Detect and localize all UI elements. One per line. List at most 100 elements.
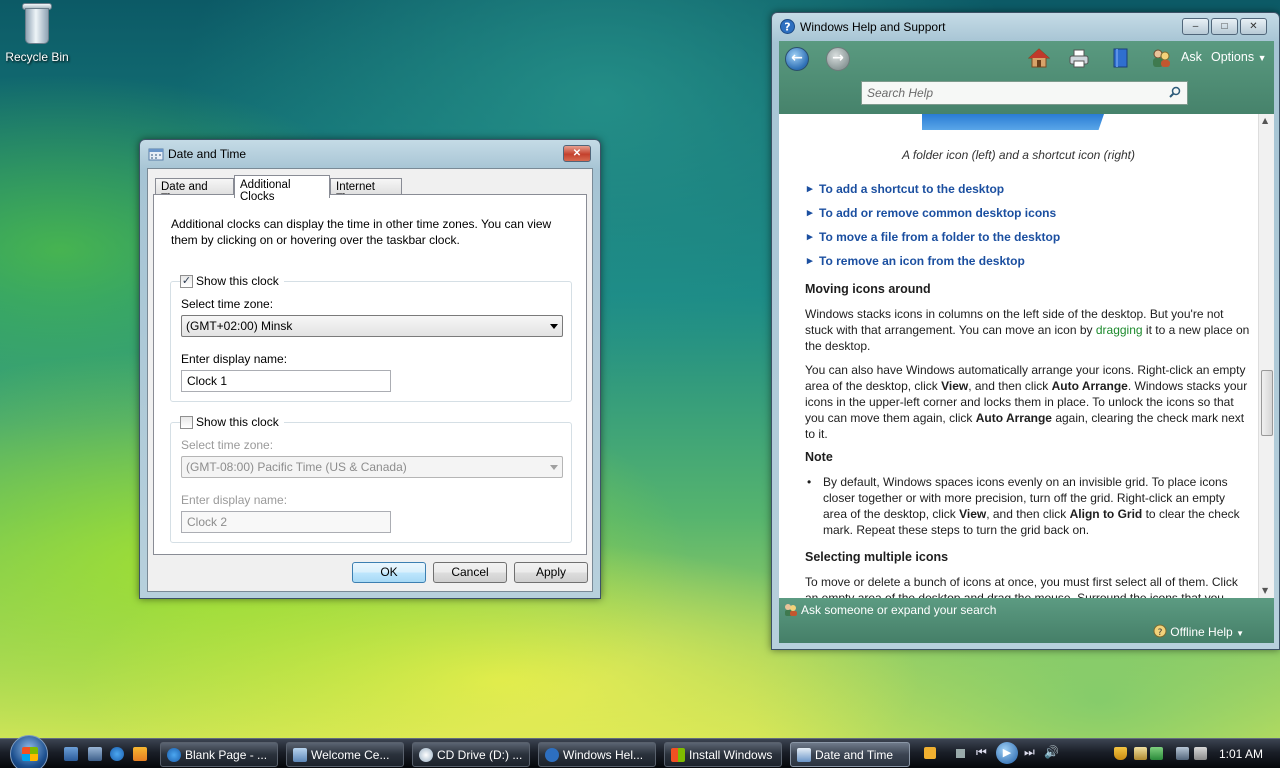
apply-button[interactable]: Apply	[514, 562, 588, 583]
help-icon: ?	[780, 19, 795, 34]
chevron-down-icon: ▼	[1257, 53, 1267, 63]
play-icon[interactable]: ▶	[996, 742, 1018, 764]
link-move-file[interactable]: To move a file from a folder to the desk…	[807, 230, 1060, 244]
clock1-name-label: Enter display name:	[181, 352, 288, 366]
stop-icon[interactable]	[956, 749, 965, 758]
link-add-remove-icons[interactable]: To add or remove common desktop icons	[807, 206, 1056, 220]
forward-button[interactable]: →	[826, 47, 850, 71]
help-scrollbar[interactable]: ▲ ▼	[1258, 114, 1274, 598]
windows-logo-icon	[22, 747, 38, 761]
recycle-bin-icon	[20, 2, 54, 46]
task-welcome-center[interactable]: Welcome Ce...	[286, 742, 404, 767]
help-icon	[545, 748, 559, 762]
search-icon[interactable]	[1169, 86, 1181, 98]
selecting-paragraph: To move or delete a bunch of icons at on…	[805, 575, 1238, 598]
search-input[interactable]: Search Help	[861, 81, 1188, 105]
start-button[interactable]	[10, 735, 48, 768]
clock2-name-label: Enter display name:	[181, 493, 288, 507]
security-shield-icon[interactable]	[1114, 747, 1127, 760]
print-icon[interactable]	[1068, 47, 1090, 69]
scrollbar-thumb[interactable]	[1261, 370, 1273, 436]
offline-help-icon: ?	[1153, 624, 1167, 638]
clock2-name-input[interactable]: Clock 2	[181, 511, 391, 533]
moving-paragraph-2: You can also have Windows automatically …	[805, 363, 1248, 441]
help-titlebar[interactable]: ? Windows Help and Support – □ ✕	[772, 13, 1279, 41]
help-content: A folder icon (left) and a shortcut icon…	[779, 114, 1258, 598]
show-desktop-icon[interactable]	[64, 747, 78, 761]
sync-icon[interactable]	[1150, 747, 1163, 760]
minimize-button[interactable]: –	[1182, 18, 1209, 35]
help-window: ? Windows Help and Support – □ ✕ ← → Ask…	[771, 12, 1280, 650]
heading-selecting-multiple: Selecting multiple icons	[805, 550, 949, 564]
cancel-button[interactable]: Cancel	[433, 562, 507, 583]
ask-someone-icon	[785, 604, 797, 616]
additional-clocks-panel: Additional clocks can display the time i…	[153, 194, 587, 555]
heading-moving-icons: Moving icons around	[805, 282, 931, 296]
home-icon[interactable]	[1028, 47, 1050, 69]
media-icon[interactable]	[924, 747, 936, 759]
moving-paragraph-1: Windows stacks icons in columns on the l…	[805, 307, 1250, 353]
link-add-shortcut[interactable]: To add a shortcut to the desktop	[807, 182, 1004, 196]
taskbar-clock[interactable]: 1:01 AM	[1219, 747, 1263, 761]
ask-icon[interactable]	[1150, 47, 1172, 69]
scroll-down-icon[interactable]: ▼	[1262, 586, 1268, 595]
task-cd-drive[interactable]: CD Drive (D:) ...	[412, 742, 530, 767]
heading-note: Note	[805, 450, 833, 464]
clock2-show-checkbox[interactable]	[180, 415, 193, 429]
link-dragging[interactable]: dragging	[1096, 323, 1143, 337]
dialog-title: Date and Time	[168, 147, 247, 161]
clock1-show-label: Show this clock	[196, 274, 279, 288]
help-toolbar: ← → Ask Options ▼ Search Help	[779, 41, 1274, 125]
taskbar: Blank Page - ... Welcome Ce... CD Drive …	[0, 735, 1280, 768]
chevron-down-icon	[550, 324, 558, 329]
ok-button[interactable]: OK	[352, 562, 426, 583]
chevron-down-icon: ▼	[1236, 629, 1244, 638]
clock1-zone-label: Select time zone:	[181, 297, 274, 311]
browse-help-icon[interactable]	[1110, 47, 1132, 69]
task-blank-page[interactable]: Blank Page - ...	[160, 742, 278, 767]
chevron-down-icon	[550, 465, 558, 470]
next-icon[interactable]: ⏭	[1024, 745, 1035, 760]
cd-drive-icon	[419, 748, 433, 762]
clock1-name-input[interactable]: Clock 1	[181, 370, 391, 392]
task-date-and-time[interactable]: Date and Time	[790, 742, 910, 767]
offline-help-menu[interactable]: Offline Help ▼	[1170, 625, 1244, 639]
ask-someone-link[interactable]: Ask someone or expand your search	[801, 603, 996, 617]
arrow-left-icon: ←	[791, 50, 803, 66]
previous-icon[interactable]: ⏮	[976, 745, 987, 760]
back-button[interactable]: ←	[785, 47, 809, 71]
clock1-show-checkbox[interactable]: ✓	[180, 274, 193, 288]
clock1-timezone-select[interactable]: (GMT+02:00) Minsk	[181, 315, 563, 337]
clock2-zone-label: Select time zone:	[181, 438, 274, 452]
clock-icon	[148, 148, 164, 161]
update-icon[interactable]	[1134, 747, 1147, 760]
svg-text:?: ?	[784, 21, 790, 34]
speaker-muted-icon[interactable]	[1194, 747, 1207, 760]
close-button[interactable]: ✕	[1240, 18, 1267, 35]
help-title: Windows Help and Support	[800, 20, 946, 34]
maximize-button[interactable]: □	[1211, 18, 1238, 35]
clock2-show-label: Show this clock	[196, 415, 279, 429]
tab-additional-clocks[interactable]: Additional Clocks	[234, 175, 330, 203]
media-player-quicklaunch-icon[interactable]	[133, 747, 147, 761]
media-player-toolbar: ⏮ ▶ ⏭ 🔊	[920, 742, 1100, 764]
recycle-bin-label: Recycle Bin	[5, 50, 69, 64]
ie-quicklaunch-icon[interactable]	[110, 747, 124, 761]
ask-label[interactable]: Ask	[1181, 50, 1202, 64]
link-remove-icon[interactable]: To remove an icon from the desktop	[807, 254, 1025, 268]
task-install-windows[interactable]: Install Windows	[664, 742, 782, 767]
clock-icon	[797, 748, 811, 762]
dialog-content: Date and Time Additional Clocks Internet…	[147, 168, 593, 592]
close-button[interactable]: ✕	[563, 145, 591, 162]
ie-icon	[167, 748, 181, 762]
arrow-right-icon: →	[832, 50, 844, 66]
scroll-up-icon[interactable]: ▲	[1262, 116, 1268, 125]
task-windows-help[interactable]: Windows Hel...	[538, 742, 656, 767]
recycle-bin[interactable]: Recycle Bin	[4, 2, 70, 64]
network-icon[interactable]	[1176, 747, 1189, 760]
dialog-titlebar[interactable]: Date and Time ✕	[140, 140, 600, 168]
volume-icon[interactable]: 🔊	[1044, 745, 1059, 759]
options-menu[interactable]: Options ▼	[1211, 50, 1267, 64]
clock2-timezone-select[interactable]: (GMT-08:00) Pacific Time (US & Canada)	[181, 456, 563, 478]
switch-windows-icon[interactable]	[88, 747, 102, 761]
